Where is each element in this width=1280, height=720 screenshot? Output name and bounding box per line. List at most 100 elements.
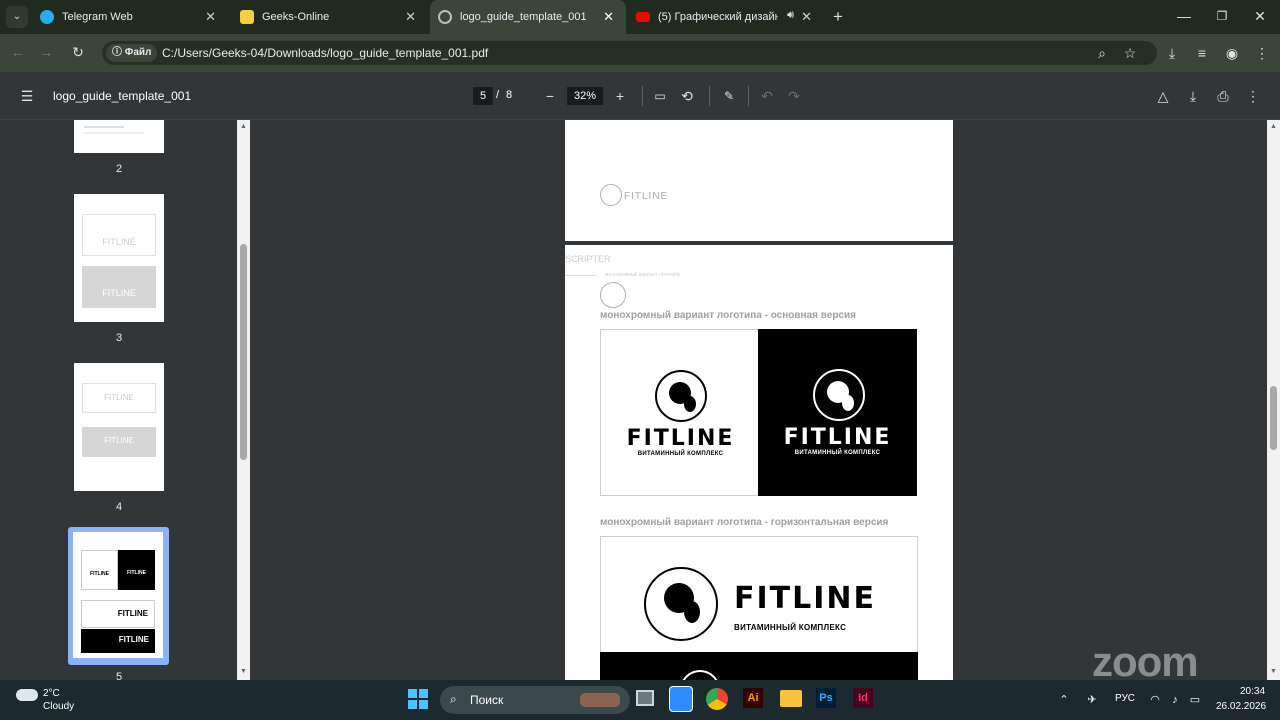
info-icon: ⓘ bbox=[112, 47, 125, 58]
thumbnail-page-3[interactable]: FITLINE FITLINE bbox=[74, 194, 164, 322]
search-placeholder: Поиск bbox=[470, 693, 504, 707]
print-icon[interactable]: ⎙ bbox=[1213, 86, 1233, 106]
downloads-icon[interactable]: ⤓ bbox=[1162, 43, 1182, 63]
annotate-icon[interactable]: ✎ bbox=[719, 86, 739, 106]
tiny-caption: монохромный вариант логотипа bbox=[605, 272, 680, 278]
chrome-icon[interactable] bbox=[706, 688, 728, 710]
thumbnail-label: 2 bbox=[115, 163, 123, 175]
drive-icon[interactable]: △ bbox=[1153, 86, 1173, 106]
more-icon[interactable]: ⋮ bbox=[1243, 86, 1263, 106]
start-button[interactable] bbox=[408, 689, 428, 709]
profile-icon[interactable]: ◉ bbox=[1222, 43, 1242, 63]
menu-icon[interactable]: ⋮ bbox=[1252, 43, 1272, 63]
new-tab-button[interactable]: + bbox=[828, 7, 848, 27]
reload-icon[interactable]: ↻ bbox=[68, 42, 88, 62]
restore-button[interactable]: ❐ bbox=[1212, 6, 1232, 26]
tab-telegram[interactable]: Telegram Web ✕ bbox=[32, 0, 228, 34]
logo-wordmark: FITLINE bbox=[734, 581, 876, 616]
thumbnail-page-2[interactable] bbox=[74, 120, 164, 153]
photoshop-icon[interactable]: Ps bbox=[816, 688, 836, 708]
divider bbox=[748, 86, 749, 106]
battery-icon[interactable]: ▭ bbox=[1187, 690, 1203, 710]
tab-youtube[interactable]: (5) Графический дизайн, м 🔊︎ ✕ bbox=[628, 0, 824, 34]
pdf-page-5: SCRIPTER монохромный вариант логотипа мо… bbox=[565, 245, 953, 680]
zoom-search-icon[interactable]: ⌕ bbox=[1092, 43, 1112, 63]
volume-icon[interactable]: ♪ bbox=[1167, 690, 1183, 710]
minimize-button[interactable]: — bbox=[1174, 6, 1194, 26]
forward-icon[interactable]: → bbox=[36, 42, 56, 62]
illustrator-icon[interactable]: Ai bbox=[743, 688, 763, 708]
pdf-toolbar: ☰ logo_guide_template_001 5 / 8 − 32% + … bbox=[0, 72, 1280, 120]
divider bbox=[709, 86, 710, 106]
clock-date[interactable]: 26.02.2026 bbox=[1216, 701, 1266, 712]
tab-title: Geeks-Online bbox=[262, 11, 330, 23]
clock-time[interactable]: 20:34 bbox=[1240, 686, 1265, 697]
tab-pdf[interactable]: logo_guide_template_001 ✕ bbox=[430, 0, 626, 34]
divider bbox=[565, 275, 597, 276]
task-view-icon[interactable] bbox=[636, 690, 654, 706]
zoom-app-icon[interactable] bbox=[669, 686, 693, 712]
file-chip[interactable]: ⓘ Файл bbox=[106, 44, 158, 62]
media-icon[interactable]: ≡ bbox=[1192, 43, 1212, 63]
geeks-icon bbox=[240, 10, 254, 24]
sidebar-scrollbar[interactable]: ▲ ▼ bbox=[237, 120, 250, 680]
scrollbar-thumb[interactable] bbox=[1270, 386, 1277, 450]
close-icon[interactable]: ✕ bbox=[205, 9, 216, 25]
document-viewer[interactable]: FITLINE SCRIPTER монохромный вариант лог… bbox=[250, 120, 1267, 680]
close-window-button[interactable]: ✕ bbox=[1250, 6, 1270, 26]
language-indicator[interactable]: РУС bbox=[1115, 693, 1135, 704]
thumbnail-page-5-selected[interactable]: FITLINE FITLINE FITLINE FITLINE bbox=[68, 527, 169, 665]
redo-icon[interactable]: ↷ bbox=[784, 86, 804, 106]
rotate-icon[interactable]: ⟲ bbox=[677, 86, 697, 106]
scrollbar-thumb[interactable] bbox=[240, 244, 247, 460]
download-icon[interactable]: ⤓ bbox=[1183, 86, 1203, 106]
scroll-up-icon[interactable]: ▲ bbox=[1270, 123, 1277, 130]
zoom-in-button[interactable]: + bbox=[610, 86, 630, 106]
logo-subtitle: ВИТАМИННЫЙ КОМПЛЕКС bbox=[794, 450, 881, 456]
fit-page-icon[interactable]: ▭ bbox=[650, 86, 670, 106]
logo-black-box: FITLINE ВИТАМИННЫЙ КОМПЛЕКС bbox=[758, 329, 917, 496]
document-scrollbar[interactable]: ▲ ▼ bbox=[1267, 120, 1280, 680]
thumbnail-page-4[interactable]: FITLINE FITLINE bbox=[74, 363, 164, 491]
back-icon[interactable]: ← bbox=[8, 42, 28, 62]
tray-network-icon[interactable]: ✈ bbox=[1084, 690, 1100, 710]
small-logo-text: FITLINE bbox=[624, 191, 669, 202]
apple-drop-icon bbox=[644, 567, 718, 641]
apple-drop-icon bbox=[813, 369, 865, 421]
zoom-out-button[interactable]: − bbox=[540, 86, 560, 106]
bookmark-star-icon[interactable]: ☆ bbox=[1120, 43, 1140, 63]
apple-logo-icon bbox=[600, 282, 626, 308]
speaker-icon[interactable]: 🔊︎ bbox=[787, 9, 794, 22]
weather-widget[interactable]: 2°C Cloudy bbox=[14, 686, 124, 714]
tab-search-button[interactable]: ⌄ bbox=[6, 6, 28, 28]
page-separator: / bbox=[496, 89, 500, 101]
close-icon[interactable]: ✕ bbox=[603, 9, 614, 25]
thumb-lines bbox=[84, 132, 144, 134]
url-text[interactable]: C:/Users/Geeks-04/Downloads/logo_guide_t… bbox=[162, 46, 488, 60]
thumbnail-sidebar: 2 FITLINE FITLINE 3 FITLINE FITLINE 4 FI… bbox=[0, 120, 250, 680]
scroll-up-icon[interactable]: ▲ bbox=[240, 123, 247, 130]
thumbnail-label: 5 bbox=[115, 671, 123, 680]
logo-subtitle: ВИТАМИННЫЙ КОМПЛЕКС bbox=[734, 623, 847, 632]
logo-white-box: FITLINE ВИТАМИННЫЙ КОМПЛЕКС bbox=[600, 329, 759, 496]
undo-icon[interactable]: ↶ bbox=[757, 86, 777, 106]
wifi-icon[interactable]: ◠ bbox=[1147, 690, 1163, 710]
scroll-down-icon[interactable]: ▼ bbox=[240, 668, 247, 675]
apple-drop-icon bbox=[680, 670, 720, 680]
thumbnail-page-5: FITLINE FITLINE FITLINE FITLINE bbox=[73, 532, 163, 658]
zoom-input[interactable]: 32% bbox=[567, 87, 603, 105]
sidebar-toggle-icon[interactable]: ☰ bbox=[17, 86, 37, 106]
close-icon[interactable]: ✕ bbox=[801, 9, 812, 25]
page-input[interactable]: 5 bbox=[473, 87, 493, 105]
tab-geeks[interactable]: Geeks-Online ✕ bbox=[232, 0, 428, 34]
explorer-icon[interactable] bbox=[780, 690, 802, 707]
close-icon[interactable]: ✕ bbox=[405, 9, 416, 25]
search-box[interactable]: ⌕ Поиск bbox=[440, 686, 630, 714]
tab-strip: ⌄ Telegram Web ✕ Geeks-Online ✕ logo_gui… bbox=[0, 0, 1280, 34]
heading-horizontal-version: монохромный вариант логотипа - горизонта… bbox=[600, 517, 889, 528]
scroll-down-icon[interactable]: ▼ bbox=[1270, 668, 1277, 675]
tray-chevron-icon[interactable]: ⌃ bbox=[1056, 690, 1072, 710]
indesign-icon[interactable]: Id bbox=[853, 688, 873, 708]
search-icon: ⌕ bbox=[450, 692, 457, 706]
address-bar[interactable]: ⓘ Файл C:/Users/Geeks-04/Downloads/logo_… bbox=[102, 41, 1157, 65]
